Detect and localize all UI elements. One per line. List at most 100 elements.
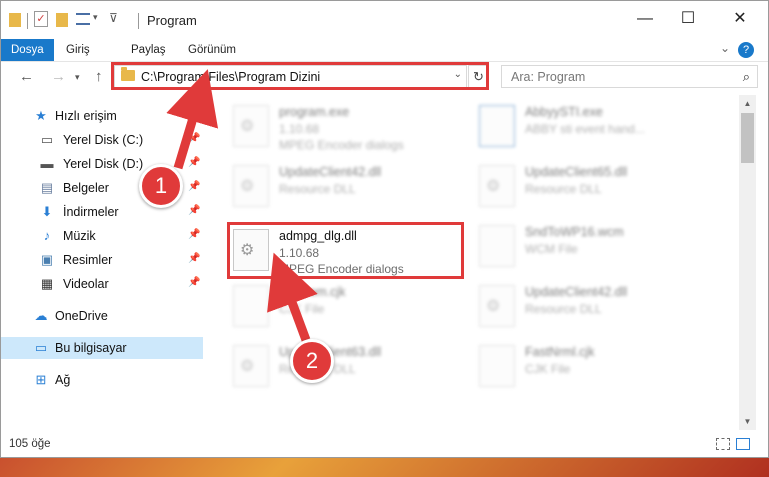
file-item[interactable]: AbbyySTI.exe ABBY sti event hand... bbox=[479, 101, 729, 151]
file-name: SndToWP16.wcm bbox=[525, 225, 624, 239]
dll-file-icon: ⚙ bbox=[479, 165, 515, 207]
vertical-scrollbar[interactable]: ▲ ▼ bbox=[739, 95, 756, 430]
network-icon: ⊞ bbox=[35, 372, 47, 387]
file-name: UpdateClient42.dll bbox=[279, 165, 382, 179]
sidebar-item-label: Yerel Disk (D:) bbox=[63, 157, 144, 171]
ribbon-tabs: Dosya Giriş Paylaş Görünüm ⌄ ? bbox=[1, 39, 768, 62]
search-icon[interactable]: ⌕ bbox=[743, 69, 750, 85]
file-detail: ABBY sti event hand... bbox=[525, 122, 645, 136]
sidebar-item-label: Ağ bbox=[55, 373, 71, 387]
file-name: FastNrml.cjk bbox=[525, 345, 595, 359]
file-highlight bbox=[227, 222, 464, 279]
file-item[interactable]: ⚙ UpdateClient63.dll Resource DLL bbox=[233, 341, 483, 391]
cloud-icon: ☁ bbox=[34, 308, 48, 323]
pin-icon[interactable]: 📌 bbox=[188, 181, 200, 192]
recent-locations-icon[interactable]: ▾ bbox=[75, 72, 80, 83]
sidebar-item-label: Yerel Disk (C:) bbox=[63, 133, 144, 147]
new-folder-icon[interactable] bbox=[56, 13, 68, 27]
drive-icon: ▬ bbox=[40, 156, 54, 171]
up-arrow-icon[interactable]: ↑ bbox=[95, 68, 103, 85]
dll-file-icon: ⚙ bbox=[233, 345, 269, 387]
customize-toolbar-icon[interactable]: ⊽ bbox=[109, 11, 118, 29]
expand-ribbon-icon[interactable]: ⌄ bbox=[720, 41, 730, 55]
file-detail: Resource DLL bbox=[279, 182, 356, 196]
folder-icon bbox=[9, 13, 21, 27]
search-placeholder: Ara: Program bbox=[511, 70, 586, 84]
dll-file-icon: ⚙ bbox=[479, 285, 515, 327]
wcm-file-icon bbox=[479, 225, 515, 267]
drive-icon: ▭ bbox=[40, 132, 54, 147]
pictures-icon: ▣ bbox=[40, 252, 54, 267]
tab-share[interactable]: Paylaş bbox=[131, 39, 166, 61]
music-icon: ♪ bbox=[43, 228, 51, 243]
title-separator bbox=[138, 13, 139, 29]
sidebar-item-disk-c[interactable]: ▭ Yerel Disk (C:) 📌 bbox=[1, 129, 203, 151]
sidebar-item-label: Müzik bbox=[63, 229, 96, 243]
status-bar: 105 öğe bbox=[1, 432, 768, 457]
chevron-down-icon[interactable]: ▾ bbox=[93, 12, 98, 30]
file-item[interactable]: ⚙ UpdateClient42.dll Resource DLL bbox=[479, 281, 729, 331]
file-detail: CJK File bbox=[279, 302, 325, 316]
file-item[interactable]: ⚙ program.exe 1.10.68 MPEG Encoder dialo… bbox=[233, 101, 483, 152]
exe-file-icon bbox=[479, 105, 515, 147]
tab-home[interactable]: Giriş bbox=[66, 39, 90, 61]
file-item[interactable]: ⚙ UpdateClient42.dll Resource DLL bbox=[233, 161, 483, 211]
properties-icon[interactable]: ✓ bbox=[34, 11, 48, 27]
file-item[interactable]: ⚙ UpdateClient65.dll Resource DLL bbox=[479, 161, 729, 211]
forward-arrow-icon[interactable]: → bbox=[51, 68, 66, 85]
pin-icon[interactable]: 📌 bbox=[188, 277, 200, 288]
sidebar-item-label: OneDrive bbox=[55, 309, 108, 323]
sidebar-item-this-pc[interactable]: ▭ Bu bilgisayar bbox=[1, 337, 203, 359]
sidebar-item-onedrive[interactable]: ☁ OneDrive bbox=[1, 305, 203, 327]
search-input[interactable]: Ara: Program ⌕ bbox=[501, 65, 758, 88]
pin-icon[interactable]: 📌 bbox=[188, 157, 200, 168]
address-highlight bbox=[111, 62, 489, 90]
sidebar-item-label: Resimler bbox=[63, 253, 113, 267]
large-icons-view-icon[interactable] bbox=[736, 438, 750, 450]
title-bar: ✓ ▾ ⊽ Program — ☐ ✕ bbox=[1, 1, 768, 39]
file-item[interactable]: FastNrml.cjk CJK File bbox=[479, 341, 729, 391]
pin-icon[interactable]: 📌 bbox=[188, 229, 200, 240]
sidebar-item-label: Videolar bbox=[63, 277, 109, 291]
sidebar-item-music[interactable]: ♪ Müzik 📌 bbox=[1, 225, 203, 247]
sidebar-item-quick-access[interactable]: ★ Hızlı erişim bbox=[1, 105, 203, 127]
tab-view[interactable]: Görünüm bbox=[188, 39, 236, 61]
close-button[interactable]: ✕ bbox=[725, 7, 755, 31]
scroll-down-icon[interactable]: ▼ bbox=[739, 413, 756, 430]
dll-file-icon: ⚙ bbox=[233, 165, 269, 207]
sidebar-item-label: İndirmeler bbox=[63, 205, 119, 219]
file-name: UpdateClient65.dll bbox=[525, 165, 628, 179]
navigation-pane: ★ Hızlı erişim ▭ Yerel Disk (C:) 📌 ▬ Yer… bbox=[1, 95, 209, 430]
step-badge-2: 2 bbox=[290, 339, 334, 383]
sidebar-item-videos[interactable]: ▦ Videolar 📌 bbox=[1, 273, 203, 295]
sidebar-item-network[interactable]: ⊞ Ağ bbox=[1, 369, 203, 391]
details-view-icon[interactable] bbox=[716, 438, 730, 450]
exe-file-icon: ⚙ bbox=[233, 105, 269, 147]
file-name: AbbyySTI.exe bbox=[525, 105, 603, 119]
window-title: Program bbox=[147, 13, 197, 28]
minimize-button[interactable]: — bbox=[630, 7, 660, 31]
scroll-thumb[interactable] bbox=[741, 113, 754, 163]
file-item[interactable]: SndToWP16.wcm WCM File bbox=[479, 221, 729, 271]
pin-icon[interactable]: 📌 bbox=[188, 253, 200, 264]
pin-icon[interactable]: 📌 bbox=[188, 133, 200, 144]
pin-icon[interactable]: 📌 bbox=[188, 205, 200, 216]
cjk-file-icon bbox=[479, 345, 515, 387]
video-icon: ▦ bbox=[40, 276, 54, 291]
item-count: 105 öğe bbox=[9, 438, 51, 450]
back-arrow-icon[interactable]: ← bbox=[19, 68, 34, 85]
sidebar-item-label: Hızlı erişim bbox=[55, 109, 117, 123]
file-detail: Resource DLL bbox=[525, 182, 602, 196]
file-name: Visacom.cjk bbox=[279, 285, 346, 299]
maximize-button[interactable]: ☐ bbox=[673, 7, 703, 31]
file-detail: Resource DLL bbox=[525, 302, 602, 316]
sidebar-item-pictures[interactable]: ▣ Resimler 📌 bbox=[1, 249, 203, 271]
sidebar-item-label: Bu bilgisayar bbox=[55, 341, 127, 355]
file-item[interactable]: Visacom.cjk CJK File bbox=[233, 281, 483, 331]
help-button[interactable]: ? bbox=[738, 42, 754, 58]
tab-file[interactable]: Dosya bbox=[1, 39, 54, 61]
star-icon: ★ bbox=[35, 108, 47, 123]
scroll-up-icon[interactable]: ▲ bbox=[739, 95, 756, 112]
file-detail: WCM File bbox=[525, 242, 578, 256]
view-options-icon[interactable] bbox=[76, 13, 90, 25]
